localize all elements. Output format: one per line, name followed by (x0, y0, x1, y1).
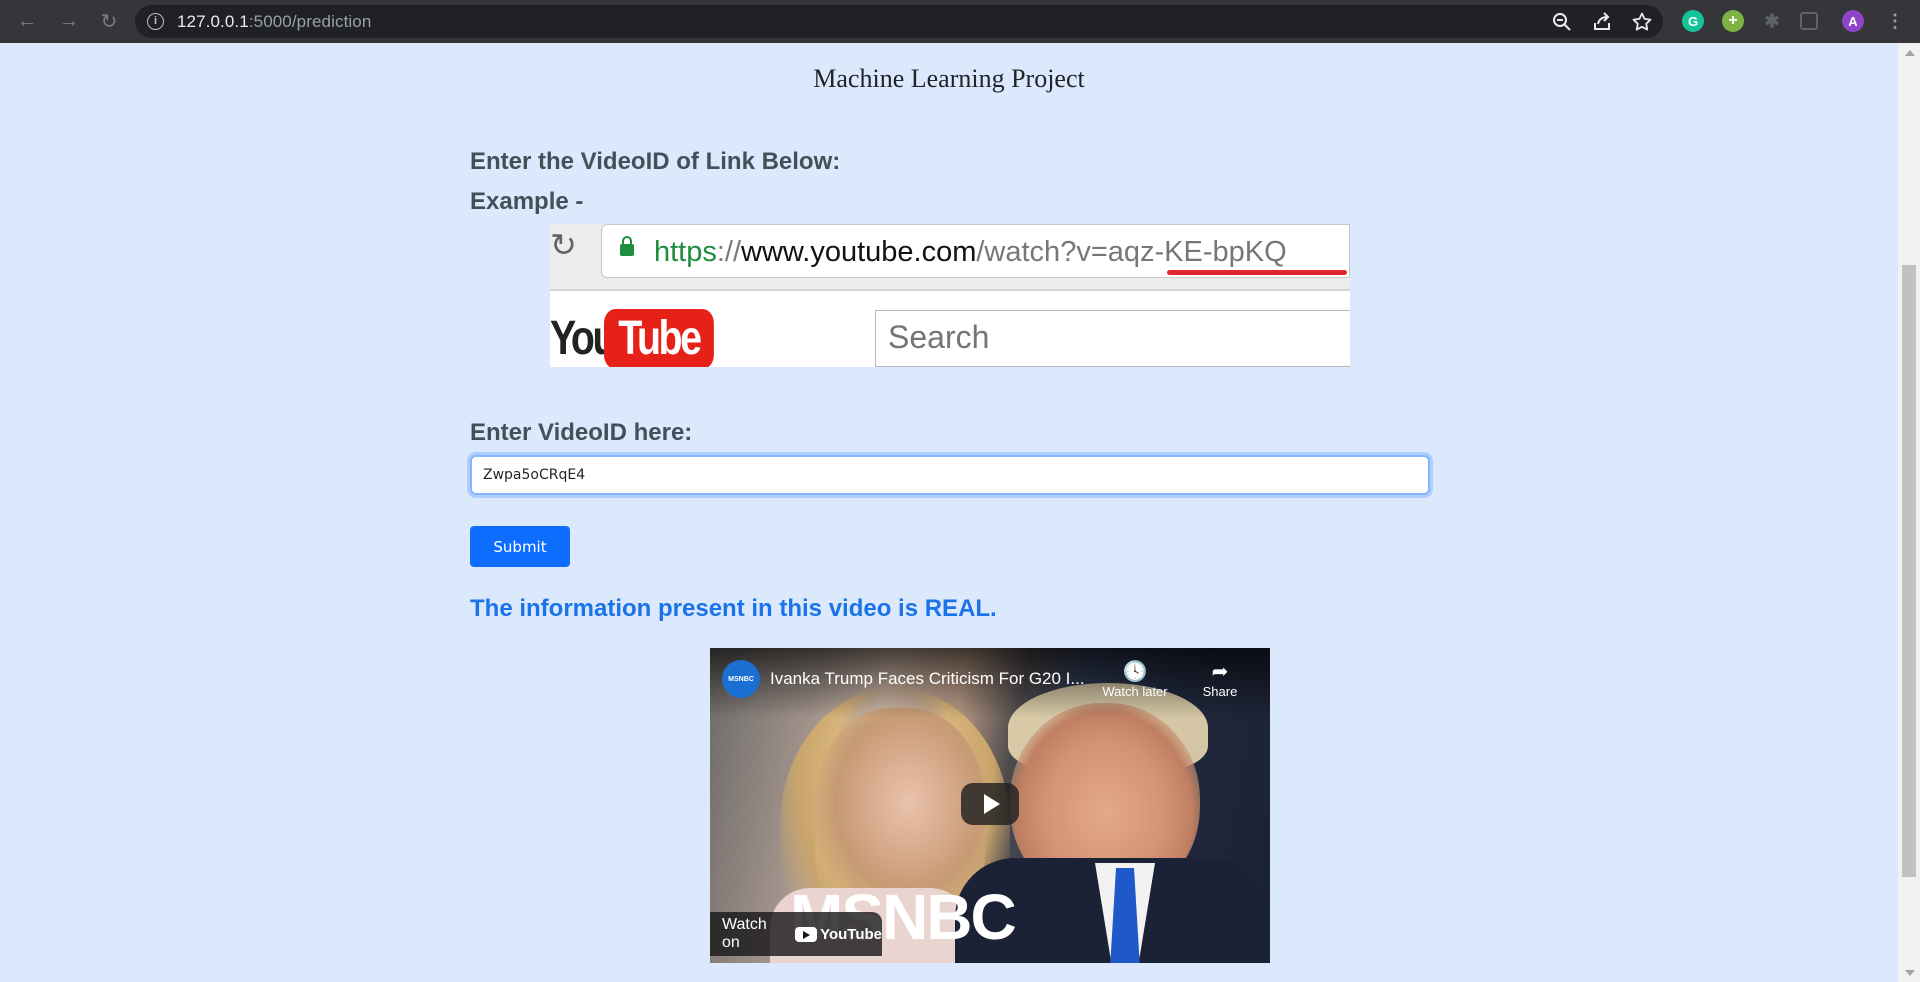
reload-icon[interactable]: ↻ (94, 6, 124, 36)
share-icon[interactable] (1590, 10, 1614, 34)
videoid-field-label: Enter VideoID here: (470, 419, 693, 446)
enter-videoid-instruction: Enter the VideoID of Link Below: (470, 148, 841, 175)
example-screenshot: ↻ https://www.youtube.com/watch?v=aqz-KE… (550, 224, 1350, 367)
prediction-result: The information present in this video is… (470, 595, 997, 622)
bookmark-star-icon[interactable] (1630, 10, 1654, 34)
browser-toolbar: ← → ↻ i 127.0.0.1:5000/prediction G + ✱ … (0, 0, 1920, 43)
menu-dots-icon[interactable]: ⋮ (1884, 10, 1906, 32)
youtube-play-icon (795, 926, 818, 942)
watch-later-label: Watch later (1102, 684, 1168, 699)
submit-button[interactable]: Submit (470, 526, 570, 567)
url-text[interactable]: 127.0.0.1:5000/prediction (177, 12, 371, 32)
extension-plus-icon[interactable]: + (1722, 10, 1744, 32)
videoid-underline (1167, 270, 1347, 275)
url-host: 127.0.0.1 (177, 12, 249, 31)
side-panel-icon[interactable] (1800, 12, 1818, 30)
play-button-icon[interactable] (961, 783, 1019, 825)
watch-on-youtube-link[interactable]: Watch on YouTube (710, 912, 882, 956)
example-browser-bar: ↻ https://www.youtube.com/watch?v=aqz-KE… (550, 224, 1350, 289)
example-url-domain: www.youtube.com (741, 236, 977, 268)
example-url-separator: :// (716, 236, 742, 268)
example-youtube-header: You Tube Search (550, 291, 1350, 367)
example-search-box: Search (875, 310, 1350, 367)
address-bar[interactable]: i 127.0.0.1:5000/prediction (135, 5, 1663, 38)
page-title: Machine Learning Project (813, 64, 1085, 93)
videoid-input[interactable] (470, 455, 1430, 495)
share-label: Share (1202, 684, 1238, 699)
scroll-thumb[interactable] (1902, 265, 1916, 877)
youtube-wordmark: YouTube (820, 925, 882, 943)
clock-icon: 🕓 (1122, 661, 1148, 683)
youtube-mini-logo: YouTube (795, 926, 882, 943)
watch-later-button[interactable]: 🕓 Watch later (1100, 660, 1170, 699)
example-url-scheme: https (654, 236, 717, 268)
example-reload-icon: ↻ (550, 227, 577, 263)
site-info-icon[interactable]: i (147, 13, 164, 30)
video-title[interactable]: Ivanka Trump Faces Criticism For G20 I..… (770, 669, 1085, 689)
example-url-videoid: aqz-KE-bpKQ (1107, 236, 1287, 268)
share-video-button[interactable]: ➦ Share (1185, 660, 1255, 699)
example-url-path: /watch?v= (976, 236, 1108, 268)
example-lock-icon (620, 236, 634, 256)
forward-icon[interactable]: → (54, 6, 84, 36)
grammarly-extension-icon[interactable]: G (1682, 10, 1704, 32)
share-arrow-icon: ➦ (1211, 661, 1229, 683)
example-url-box: https://www.youtube.com/watch?v=aqz-KE-b… (601, 224, 1350, 278)
youtube-embed[interactable]: MSNBC MSNBC Ivanka Trump Faces Criticism… (710, 648, 1270, 963)
example-url: https://www.youtube.com/watch?v=aqz-KE-b… (654, 236, 1287, 269)
zoom-icon[interactable] (1550, 10, 1574, 34)
url-path: :5000/prediction (248, 12, 372, 31)
profile-avatar[interactable]: A (1842, 10, 1864, 32)
scroll-up-arrow-icon[interactable] (1905, 50, 1915, 56)
channel-avatar[interactable]: MSNBC (722, 660, 760, 698)
back-icon[interactable]: ← (12, 6, 42, 36)
watch-on-label: Watch on (722, 916, 767, 951)
example-label: Example - (470, 188, 584, 215)
extensions-puzzle-icon[interactable]: ✱ (1761, 10, 1783, 32)
scroll-down-arrow-icon[interactable] (1905, 970, 1915, 976)
profile-initial: A (1848, 13, 1858, 29)
youtube-logo-tube: Tube (604, 309, 714, 367)
grammarly-letter: G (1687, 13, 1699, 29)
